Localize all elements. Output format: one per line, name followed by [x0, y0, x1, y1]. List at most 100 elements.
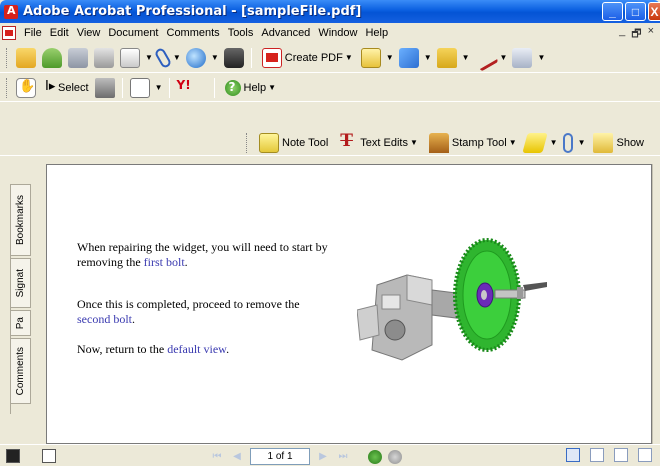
vertical-scrollbar[interactable] — [652, 164, 660, 444]
p2-period: . — [132, 312, 135, 326]
highlighter-icon[interactable] — [521, 132, 548, 153]
menu-document[interactable]: Document — [104, 24, 162, 42]
previous-page-icon[interactable]: ◀ — [230, 450, 244, 464]
tab-pages[interactable]: Pa — [11, 310, 31, 336]
first-bolt-link[interactable]: first bolt — [144, 255, 185, 269]
show-button[interactable]: Show — [587, 132, 647, 154]
nav-tab-column: Bookmarks Signat Pa Comments — [10, 184, 31, 414]
menu-edit[interactable]: Edit — [46, 24, 73, 42]
menu-help[interactable]: Help — [361, 24, 392, 42]
note-tool-label: Note Tool — [282, 136, 329, 149]
menu-window[interactable]: Window — [314, 24, 361, 42]
secure-lock-icon[interactable] — [436, 47, 457, 68]
sign-pen-icon[interactable] — [470, 43, 499, 72]
p2-text: Once this is completed, proceed to remov… — [77, 297, 300, 311]
email-globe-icon[interactable] — [185, 47, 206, 68]
tab-comments[interactable]: Comments — [11, 338, 31, 404]
last-page-icon[interactable]: ⏭ — [336, 450, 350, 464]
zoom-page-icon[interactable] — [129, 77, 150, 98]
menu-tools[interactable]: Tools — [224, 24, 258, 42]
select-tool-button[interactable]: Select — [39, 77, 92, 99]
facing-layout-icon[interactable] — [614, 448, 628, 462]
default-view-link[interactable]: default view — [167, 342, 226, 356]
next-page-icon[interactable]: ▶ — [316, 450, 330, 464]
p1-text: When repairing the widget, you will need… — [77, 240, 328, 269]
second-bolt-link[interactable]: second bolt — [77, 312, 132, 326]
note-tool-button[interactable]: Note Tool — [253, 132, 331, 154]
menu-bar: File Edit View Document Comments Tools A… — [0, 23, 660, 43]
tab-comments-label: Comments — [15, 346, 26, 396]
doc-restore-button[interactable]: 🗗 — [631, 25, 641, 44]
document-options-icon[interactable] — [42, 448, 56, 463]
menu-advanced[interactable]: Advanced — [257, 24, 314, 42]
close-button[interactable]: X — [648, 2, 660, 21]
tab-bookmarks[interactable]: Bookmarks — [11, 184, 31, 256]
page-number-field[interactable]: 1 of 1 — [250, 448, 310, 465]
dropdown-arrow-icon: ▼ — [508, 138, 517, 147]
hand-tool-icon[interactable] — [16, 77, 36, 98]
help-button[interactable]: Help ▼ — [219, 77, 282, 99]
document-page[interactable]: When repairing the widget, you will need… — [46, 164, 652, 444]
tab-signatures[interactable]: Signat — [11, 258, 31, 308]
dropdown-arrow-icon[interactable]: ▼ — [550, 138, 558, 147]
dropdown-arrow-icon[interactable]: ▼ — [424, 53, 432, 62]
page-thumbnail-icon[interactable] — [6, 448, 20, 463]
next-view-icon[interactable] — [388, 449, 402, 464]
create-pdf-button[interactable]: Create PDF ▼ — [256, 47, 358, 69]
continuous-layout-icon[interactable] — [590, 448, 604, 462]
attach-icon[interactable] — [153, 46, 173, 69]
save-icon[interactable] — [68, 47, 88, 68]
toolbar-separator — [250, 47, 252, 68]
p1-period: . — [184, 255, 188, 269]
p3-text: Now, return to the — [77, 342, 168, 356]
first-page-icon[interactable]: ⏮ — [210, 450, 224, 464]
minimize-button[interactable]: _ — [602, 2, 623, 21]
open-folder-icon[interactable] — [16, 47, 36, 68]
dropdown-arrow-icon: ▼ — [344, 53, 353, 62]
dropdown-arrow-icon[interactable]: ▼ — [173, 53, 181, 62]
dropdown-arrow-icon[interactable]: ▼ — [578, 138, 586, 147]
menu-file[interactable]: File — [20, 24, 46, 42]
dropdown-arrow-icon[interactable]: ▼ — [500, 53, 508, 62]
toolbar-grip[interactable] — [246, 132, 249, 153]
dropdown-arrow-icon[interactable]: ▼ — [145, 53, 153, 62]
help-label: Help — [243, 81, 267, 94]
toolbar-grip[interactable] — [6, 77, 9, 98]
yahoo-search-icon[interactable]: Y! — [177, 78, 207, 98]
stamp-tool-button[interactable]: Stamp Tool ▼ — [423, 132, 522, 154]
3d-widget-model[interactable] — [357, 235, 557, 375]
dropdown-arrow-icon[interactable]: ▼ — [386, 53, 394, 62]
p3-period: . — [226, 342, 230, 356]
widget-housing — [357, 274, 473, 361]
organizer-icon[interactable] — [42, 47, 62, 68]
search-binoculars-icon[interactable] — [223, 47, 244, 68]
dropdown-arrow-icon[interactable]: ▼ — [211, 53, 219, 62]
previous-view-icon[interactable] — [368, 449, 382, 464]
print-icon[interactable] — [94, 47, 114, 68]
menu-view[interactable]: View — [73, 24, 105, 42]
single-page-layout-icon[interactable] — [566, 448, 580, 462]
text-edits-button[interactable]: Text Edits ▼ — [331, 131, 423, 154]
forms-icon[interactable] — [512, 47, 533, 68]
snapshot-camera-icon[interactable] — [94, 77, 115, 98]
continuous-facing-layout-icon[interactable] — [638, 448, 652, 462]
attach-file-icon[interactable] — [562, 132, 573, 153]
paragraph-first-bolt: When repairing the widget, you will need… — [77, 240, 337, 270]
create-page-icon[interactable] — [120, 47, 140, 68]
document-icon[interactable] — [2, 26, 16, 40]
navigation-pane: Bookmarks Signat Pa Comments — [0, 156, 46, 444]
page-layout-controls — [566, 448, 652, 462]
maximize-button[interactable]: □ — [625, 2, 646, 21]
show-comments-icon — [593, 132, 614, 153]
toolbar-grip[interactable] — [6, 47, 9, 68]
dropdown-arrow-icon[interactable]: ▼ — [462, 53, 470, 62]
text-edit-icon — [337, 131, 357, 153]
menu-comments[interactable]: Comments — [163, 24, 224, 42]
review-comment-icon[interactable] — [360, 47, 381, 68]
dropdown-arrow-icon[interactable]: ▼ — [537, 53, 545, 62]
combine-files-icon[interactable] — [398, 47, 419, 68]
doc-minimize-button[interactable]: _ — [619, 25, 625, 44]
doc-close-button[interactable]: × — [648, 25, 654, 44]
paragraph-second-bolt: Once this is completed, proceed to remov… — [77, 297, 307, 327]
dropdown-arrow-icon[interactable]: ▼ — [155, 83, 163, 92]
